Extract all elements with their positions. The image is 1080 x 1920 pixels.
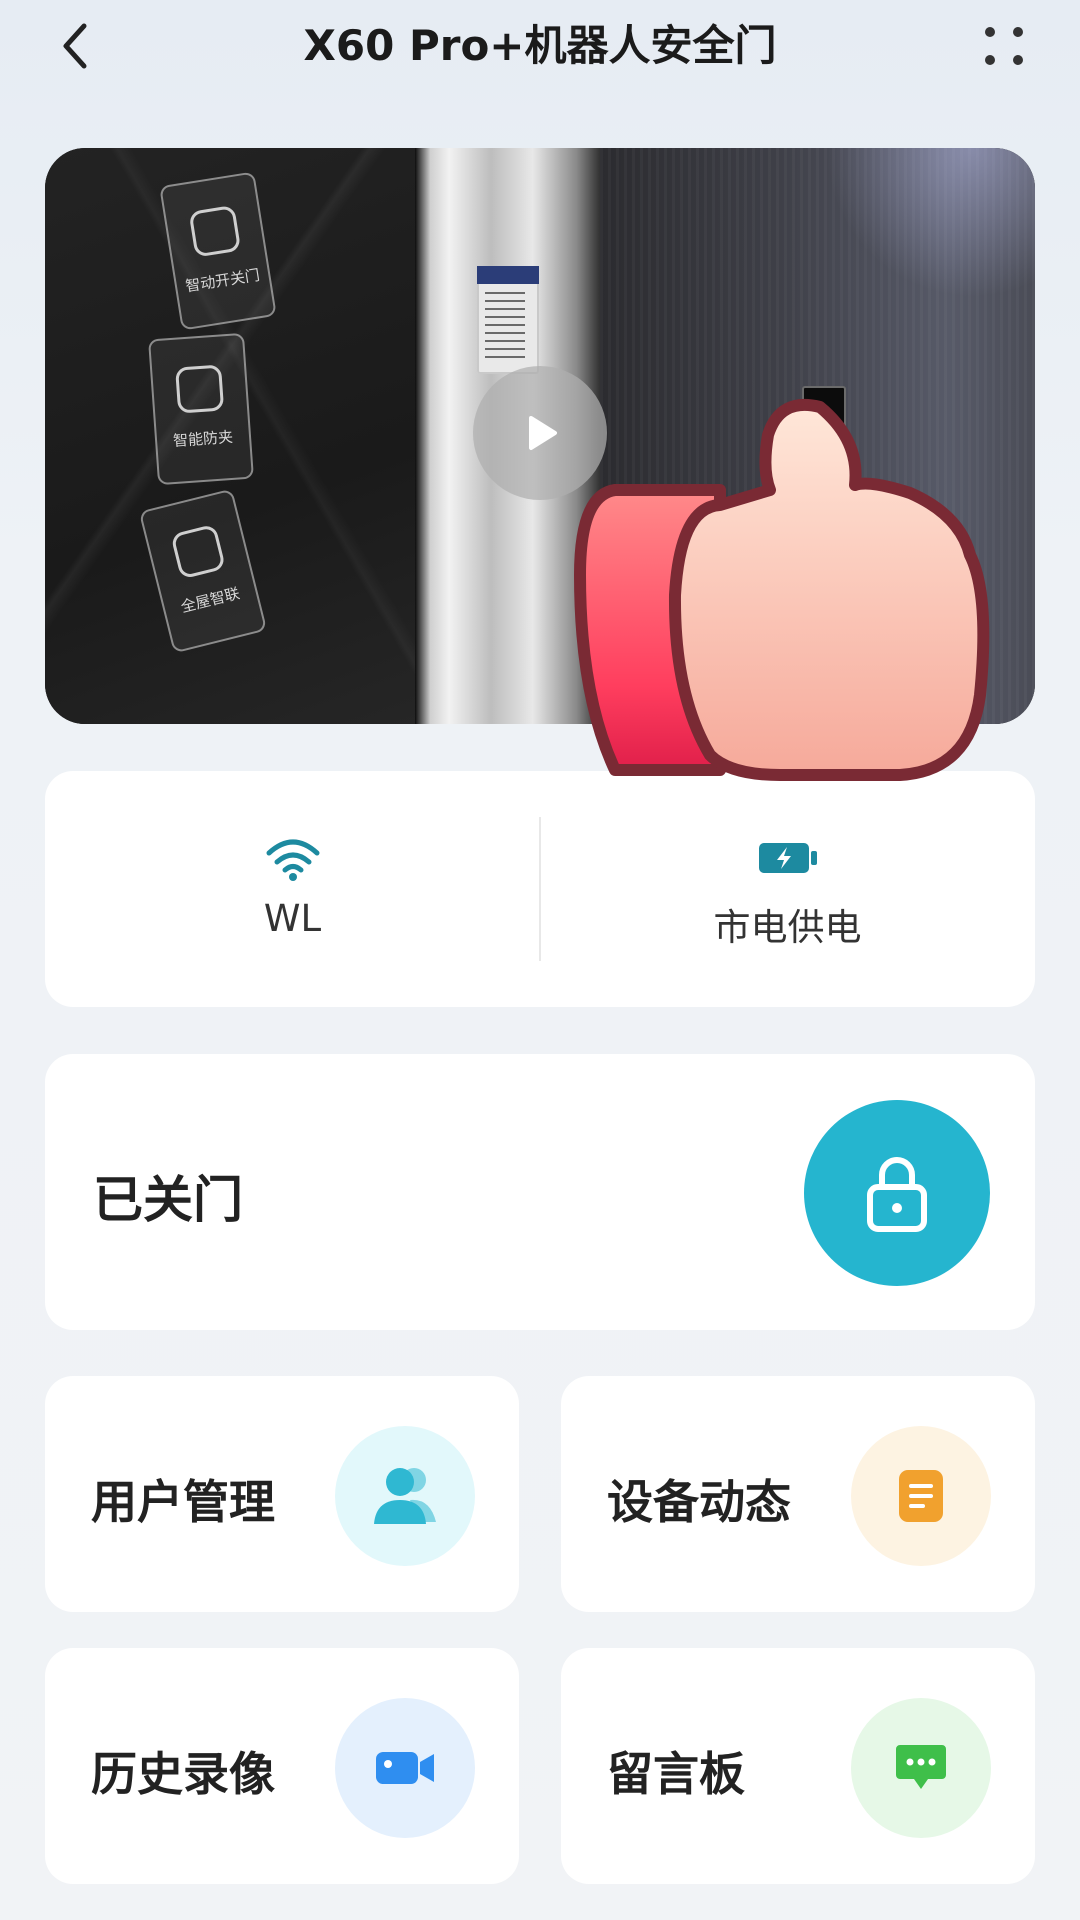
lock-toggle-button[interactable]: [804, 1100, 990, 1286]
document-icon: [899, 1470, 943, 1522]
message-board-tile[interactable]: 留言板: [561, 1648, 1035, 1884]
chevron-left-icon: [63, 23, 87, 69]
tile-label: 设备动态: [607, 1475, 791, 1529]
wall-panel: 智能防夹: [148, 332, 254, 486]
tile-label: 历史录像: [91, 1747, 275, 1801]
user-management-tile[interactable]: 用户管理: [45, 1376, 519, 1612]
page-title: X60 Pro+机器人安全门: [303, 21, 777, 70]
more-dots-icon: [985, 27, 1023, 65]
device-status-card: WL 市电供电: [45, 771, 1035, 1007]
tile-label: 用户管理: [91, 1475, 275, 1529]
door-sticker: [477, 266, 539, 374]
power-status: 市电供电: [540, 771, 1035, 1007]
wall-panel-icon: [175, 364, 225, 414]
message-icon: [896, 1745, 946, 1789]
lock-icon: [867, 1157, 927, 1232]
play-icon: [529, 416, 557, 450]
battery-charging-icon: [758, 843, 817, 873]
wall-panel-icon: [188, 204, 242, 258]
tile-icon-circle: [335, 1698, 475, 1838]
video-history-tile[interactable]: 历史录像: [45, 1648, 519, 1884]
back-button[interactable]: [44, 14, 108, 78]
wall-panel-icon: [170, 523, 227, 580]
tile-icon-circle: [851, 1426, 991, 1566]
network-label: WL: [263, 897, 322, 940]
tile-icon-circle: [335, 1426, 475, 1566]
thumbs-up-icon: [574, 398, 990, 781]
network-status: WL: [45, 771, 540, 1007]
door-state-label: 已关门: [93, 1171, 243, 1229]
wall-panel-label: 智能防夹: [172, 427, 234, 450]
light-glare: [825, 148, 1035, 298]
wall-panel-label: 全屋智联: [178, 584, 242, 617]
door-lock-card: 已关门: [45, 1054, 1035, 1330]
device-activity-tile[interactable]: 设备动态: [561, 1376, 1035, 1612]
power-label: 市电供电: [713, 906, 862, 949]
users-icon: [374, 1468, 436, 1524]
tile-icon-circle: [851, 1698, 991, 1838]
wall-panel-label: 智动开关门: [184, 265, 262, 296]
wifi-icon: [266, 839, 319, 881]
video-camera-icon: [376, 1752, 434, 1784]
more-options-button[interactable]: [968, 14, 1040, 78]
tile-label: 留言板: [607, 1747, 745, 1801]
top-bar: X60 Pro+机器人安全门: [0, 0, 1080, 96]
